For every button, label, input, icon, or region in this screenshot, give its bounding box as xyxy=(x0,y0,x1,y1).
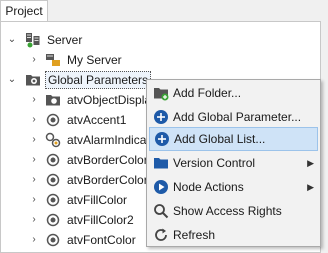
menu-item-refresh[interactable]: Refresh xyxy=(149,223,318,247)
menu-item-label: Add Global List... xyxy=(174,132,266,146)
chevron-right-icon[interactable]: › xyxy=(29,50,39,70)
tree-node-param[interactable]: › atvAlarmIndicat xyxy=(1,130,151,150)
menu-item-label: Refresh xyxy=(173,228,216,242)
chevron-down-icon[interactable]: ⌄ xyxy=(7,30,17,50)
tree-node-label: atvFontColor xyxy=(67,233,136,247)
menu-item-label: Add Global Parameter... xyxy=(173,110,302,124)
add-circle-icon xyxy=(154,110,168,124)
parameter-icon xyxy=(46,213,60,227)
menu-item-add-folder[interactable]: Add Folder... xyxy=(149,81,318,105)
tree-node-param[interactable]: › atvObjectDispla xyxy=(1,90,151,110)
chevron-right-icon[interactable]: › xyxy=(29,150,39,170)
refresh-icon xyxy=(155,228,167,241)
tree-node-label: atvFillColor2 xyxy=(67,213,134,227)
parameter-icon xyxy=(46,173,60,187)
menu-item-show-access-rights[interactable]: Show Access Rights xyxy=(149,199,318,223)
tree-node-label: atvBorderColor xyxy=(67,153,148,167)
menu-item-node-actions[interactable]: Node Actions ▶ xyxy=(149,175,318,199)
play-icon xyxy=(154,180,168,194)
folder-icon xyxy=(46,95,60,106)
tree-node-param[interactable]: › atvBorderColor xyxy=(1,150,151,170)
chevron-right-icon[interactable]: › xyxy=(29,110,39,130)
submenu-arrow-icon: ▶ xyxy=(307,182,314,192)
tree-node-label: atvBorderColor xyxy=(67,173,148,187)
tree-node-label: atvAccent1 xyxy=(67,113,127,127)
tree-node-label: My Server xyxy=(67,53,122,67)
tab-bar: Project xyxy=(0,0,328,22)
menu-item-add-global-parameter[interactable]: Add Global Parameter... xyxy=(149,105,318,129)
parameter-icon xyxy=(46,233,60,247)
parameter-icon xyxy=(46,113,60,127)
server-icon xyxy=(26,33,40,48)
menu-item-version-control[interactable]: Version Control ▶ xyxy=(149,151,318,175)
parameter-icon xyxy=(46,153,60,167)
parameter-icon xyxy=(46,193,60,207)
chevron-right-icon[interactable]: › xyxy=(29,210,39,230)
menu-item-label: Version Control xyxy=(173,156,256,170)
add-circle-icon xyxy=(155,132,169,146)
chevron-right-icon[interactable]: › xyxy=(29,230,39,250)
menu-item-label: Node Actions xyxy=(173,180,244,194)
chevron-right-icon[interactable]: › xyxy=(29,90,39,110)
tree-node-param[interactable]: › atvAccent1 xyxy=(1,110,151,130)
submenu-arrow-icon: ▶ xyxy=(307,158,314,168)
tree-node-param[interactable]: › atvFillColor2 xyxy=(1,210,151,230)
tree-node-label: atvFillColor xyxy=(67,193,128,207)
server-connected-icon xyxy=(46,54,60,66)
chevron-right-icon[interactable]: › xyxy=(29,130,39,150)
chevron-right-icon[interactable]: › xyxy=(29,170,39,190)
linked-parameter-icon xyxy=(45,132,61,148)
menu-item-label: Add Folder... xyxy=(173,86,242,100)
tree-node-label: atvAlarmIndicat xyxy=(67,133,150,147)
tree-node-label: Server xyxy=(47,33,83,47)
menu-item-add-global-list[interactable]: Add Global List... xyxy=(149,127,318,151)
tree-node-param[interactable]: › atvFontColor xyxy=(1,230,151,250)
chevron-down-icon[interactable]: ⌄ xyxy=(7,70,17,90)
tree-node-server[interactable]: ⌄ Server xyxy=(1,30,201,50)
tree-node-label: Global Parameters xyxy=(45,71,152,89)
tree-node-label: atvObjectDispla xyxy=(67,93,152,107)
tree-node-param[interactable]: › atvBorderColor xyxy=(1,170,151,190)
magnifier-icon xyxy=(154,204,169,219)
tree-node-my-server[interactable]: › My Server xyxy=(1,50,201,70)
add-folder-icon xyxy=(154,88,169,101)
parameters-folder-icon xyxy=(26,75,40,86)
tab-project[interactable]: Project xyxy=(0,0,48,21)
folder-icon xyxy=(154,158,168,169)
tree-node-param[interactable]: › atvFillColor xyxy=(1,190,151,210)
context-menu: Add Folder... Add Global Parameter... Ad… xyxy=(146,79,321,247)
menu-item-label: Show Access Rights xyxy=(173,204,282,218)
chevron-right-icon[interactable]: › xyxy=(29,190,39,210)
